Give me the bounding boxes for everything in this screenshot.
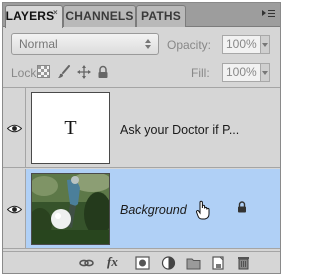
blend-mode-value: Normal — [19, 37, 58, 51]
fill-value: 100% — [226, 65, 257, 79]
eye-icon[interactable] — [7, 205, 22, 214]
group-folder-icon[interactable] — [186, 256, 201, 270]
trash-icon[interactable] — [236, 256, 251, 270]
fill-label: Fill: — [191, 66, 210, 80]
lock-transparent-pixels-icon[interactable] — [37, 65, 51, 79]
hand-cursor-icon — [196, 200, 210, 220]
new-layer-icon[interactable] — [211, 256, 226, 270]
fx-icon[interactable]: fx — [107, 254, 118, 270]
fill-field[interactable]: 100% — [222, 63, 261, 82]
opacity-slider-arrow-icon[interactable] — [261, 35, 270, 54]
layer-row-background[interactable]: Background — [3, 169, 280, 249]
layer-thumbnail[interactable]: T — [31, 92, 110, 164]
lock-icon — [238, 201, 246, 213]
visibility-toggle[interactable] — [3, 169, 26, 248]
opacity-value: 100% — [226, 37, 257, 51]
opacity-field[interactable]: 100% — [222, 35, 261, 54]
lock-image-pixels-brush-icon[interactable] — [57, 65, 71, 79]
blend-mode-select[interactable]: Normal — [11, 33, 159, 55]
golf-photo-thumbnail — [28, 172, 112, 244]
panel-menu-icon[interactable] — [262, 8, 276, 20]
layer-name[interactable]: Background — [120, 203, 187, 217]
link-layers-icon[interactable] — [79, 256, 94, 270]
lock-all-icon[interactable] — [97, 65, 111, 79]
chevron-updown-icon — [145, 39, 152, 49]
close-icon[interactable]: × — [53, 8, 58, 17]
lock-position-move-icon[interactable] — [77, 65, 91, 79]
layers-panel: LAYERS × CHANNELS PATHS Normal Opacity: … — [2, 2, 281, 274]
opacity-label: Opacity: — [167, 38, 212, 52]
layer-mask-icon[interactable] — [135, 256, 150, 270]
layer-row-text[interactable]: T Ask your Doctor if P... — [3, 88, 280, 168]
layer-name[interactable]: Ask your Doctor if P... — [120, 123, 239, 137]
tab-channels-label: CHANNELS — [65, 9, 134, 23]
tab-paths[interactable]: PATHS — [136, 5, 186, 27]
tab-layers-label: LAYERS — [5, 9, 55, 23]
layers-panel-footer: fx — [3, 251, 280, 273]
tab-channels[interactable]: CHANNELS — [63, 5, 136, 27]
tab-paths-label: PATHS — [141, 9, 181, 23]
layer-thumbnail-photo[interactable] — [28, 172, 112, 245]
lock-label: Lock: — [11, 66, 40, 80]
text-layer-t-icon: T — [64, 117, 77, 139]
fill-slider-arrow-icon[interactable] — [261, 63, 270, 82]
eye-icon[interactable] — [7, 124, 22, 133]
panel-tab-bar: LAYERS × CHANNELS PATHS — [3, 3, 280, 28]
visibility-toggle[interactable] — [3, 88, 26, 167]
adjustment-layer-icon[interactable] — [161, 256, 176, 270]
